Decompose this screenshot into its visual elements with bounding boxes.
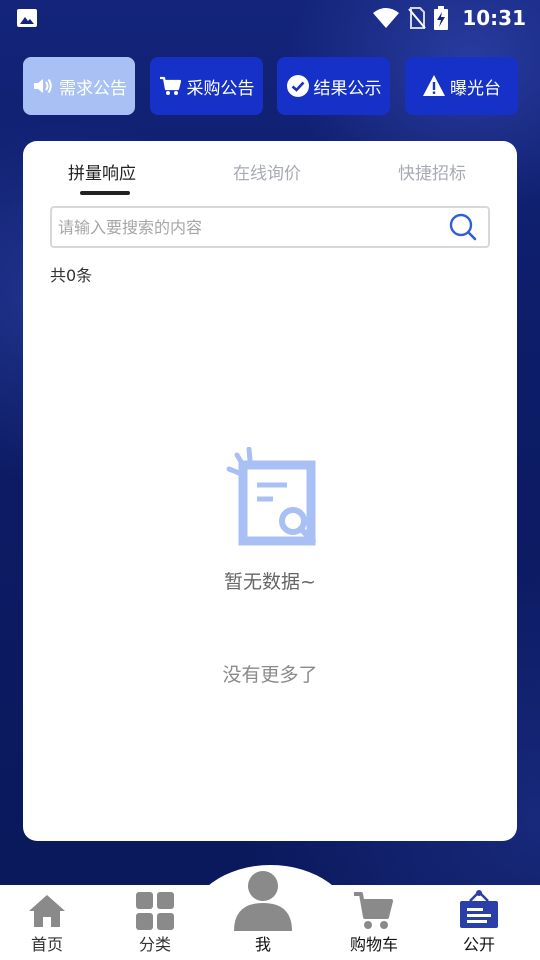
no-sim-icon [408,7,426,29]
speaker-icon [34,78,52,94]
procurement-announcement-button[interactable]: 采购公告 [150,57,263,115]
tab-quick-tender[interactable]: 快捷招标 [398,159,466,184]
user-icon [234,871,292,931]
exposure-platform-label: 曝光台 [450,78,501,99]
nav-home[interactable]: 首页 [0,885,101,960]
nav-category-label: 分类 [138,935,171,954]
nav-me-label: 我 [254,935,271,954]
nav-public-label: 公开 [462,935,495,954]
home-icon [29,895,65,927]
notice-board-icon [460,890,498,928]
wifi-icon [373,8,399,28]
demand-announcement-label: 需求公告 [59,78,127,99]
nav-cart[interactable]: 购物车 [320,885,428,960]
demand-announcement-button[interactable]: 需求公告 [23,57,135,115]
announcement-buttons: 需求公告 采购公告 结果公示 曝光台 [23,57,518,115]
active-tab-indicator [80,191,130,195]
result-publicity-button[interactable]: 结果公示 [277,57,390,115]
battery-charging-icon [434,6,448,30]
procurement-announcement-label: 采购公告 [186,78,255,99]
search-icon[interactable] [448,212,478,242]
nav-me[interactable]: 我 [209,871,317,960]
gallery-icon [17,9,37,27]
nav-public[interactable]: 公开 [425,885,533,960]
empty-data-icon [226,447,316,546]
tab-bar: 拼量响应 在线询价 快捷招标 [23,141,517,201]
bottom-nav: 首页 分类 我 购物车 公开 [0,871,540,960]
content-card: 拼量响应 在线询价 快捷招标 共0条 暂无数据~ 没有更多了 [23,141,517,841]
nav-cart-label: 购物车 [349,935,398,954]
warning-icon [423,75,445,96]
search-input[interactable] [52,208,448,246]
nav-home-label: 首页 [30,935,63,954]
no-more-text: 没有更多了 [222,664,318,686]
result-count: 共0条 [50,266,93,285]
result-publicity-label: 结果公示 [313,78,382,99]
grid-icon [136,892,174,930]
status-bar: 10:31 [0,0,540,36]
cart-icon [354,892,393,929]
nav-category[interactable]: 分类 [101,885,209,960]
check-circle-icon [286,75,309,97]
tab-bulk-response[interactable]: 拼量响应 [68,159,136,184]
cart-icon [159,76,181,95]
search-box [50,206,490,248]
status-time: 10:31 [462,6,526,30]
exposure-platform-button[interactable]: 曝光台 [405,57,518,115]
tab-online-inquiry[interactable]: 在线询价 [233,159,301,184]
empty-state-message: 暂无数据~ [224,571,316,593]
